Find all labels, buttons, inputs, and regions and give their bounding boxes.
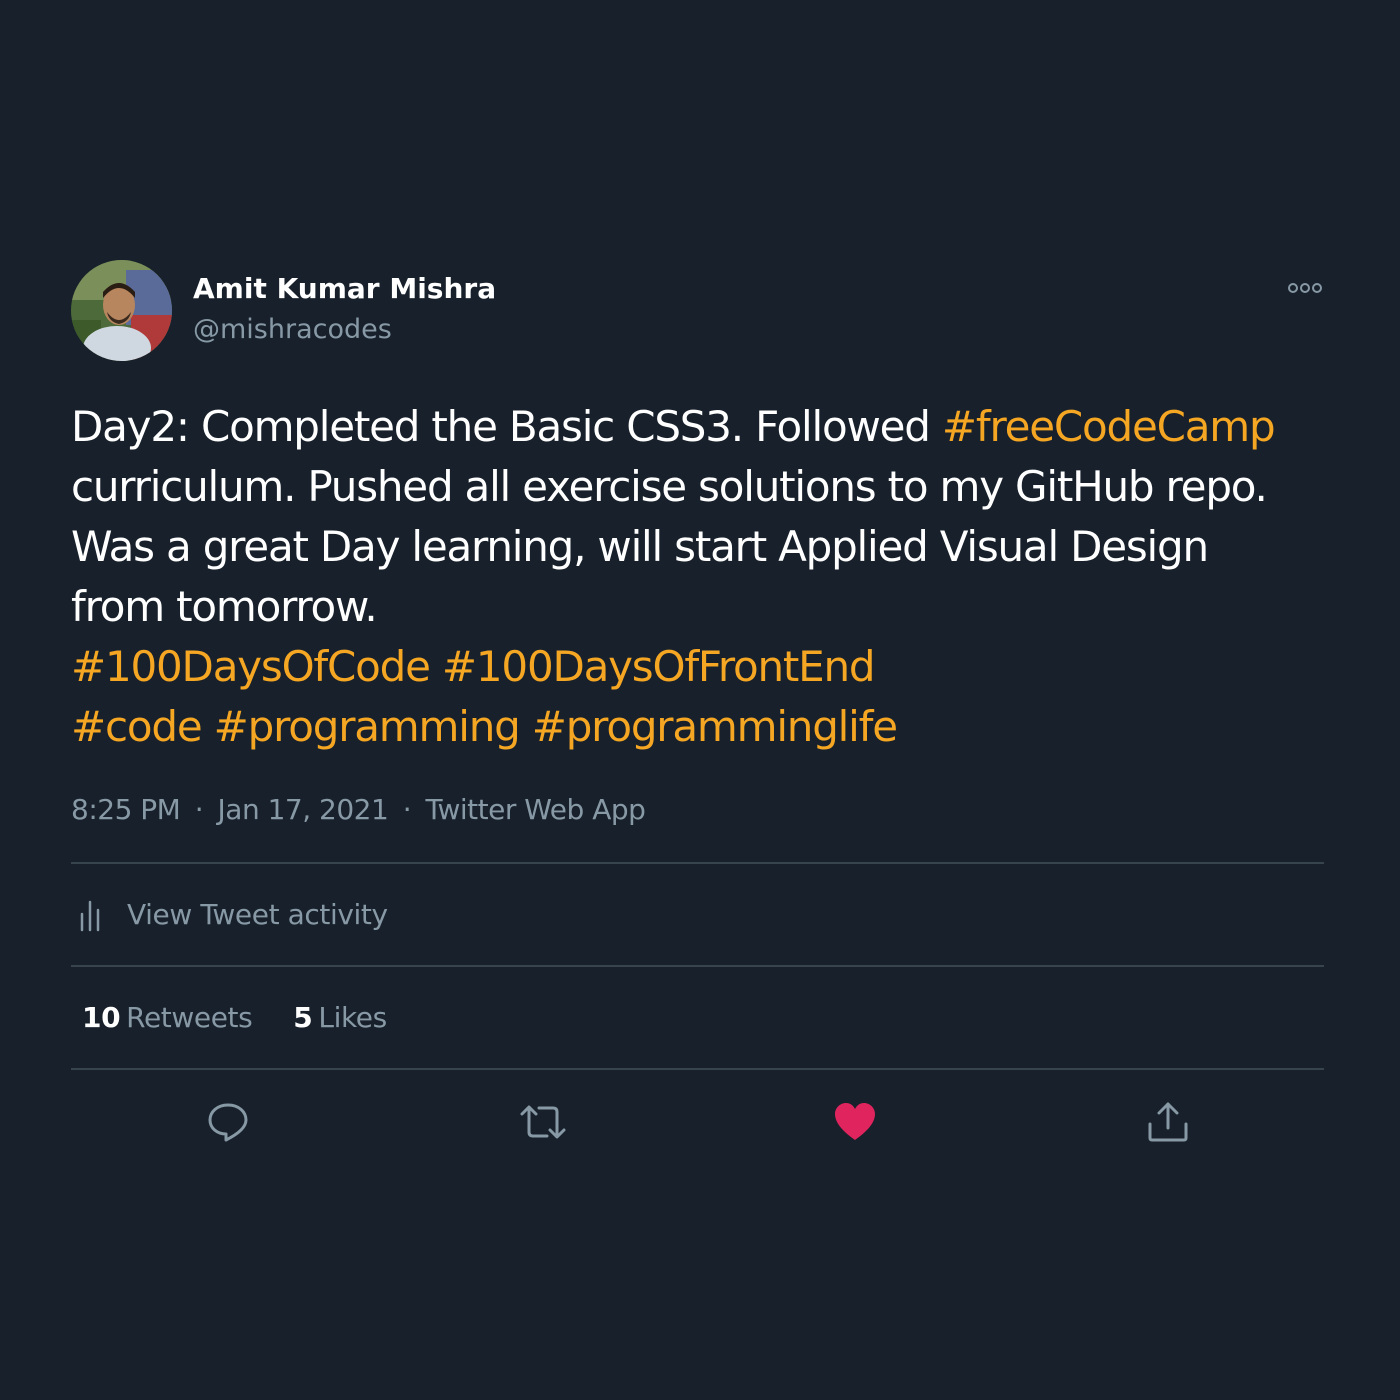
likes-count: 5: [293, 1001, 313, 1034]
retweets-count: 10: [82, 1001, 121, 1034]
tweet-text-segment: Day2: Completed the Basic CSS3. Followed: [71, 402, 942, 451]
retweets-stat[interactable]: 10 Retweets: [82, 1001, 253, 1034]
tweet-text-segment: [430, 642, 442, 691]
hashtag-link[interactable]: #100DaysOfCode: [71, 642, 431, 691]
like-button[interactable]: [833, 1100, 877, 1144]
tweet-text-line: Day2: Completed the Basic CSS3. Followed…: [71, 397, 1324, 457]
tweet-text-line: Was a great Day learning, will start App…: [71, 517, 1324, 577]
hashtag-link[interactable]: #programminglife: [532, 702, 898, 751]
tweet-card: Amit Kumar Mishra @mishracodes Day2: Com…: [71, 260, 1324, 1174]
view-tweet-activity-label: View Tweet activity: [127, 898, 388, 931]
hashtag-link[interactable]: #100DaysOfFrontEnd: [442, 642, 876, 691]
hashtag-link[interactable]: #programming: [214, 702, 521, 751]
meta-separator: ·: [194, 793, 204, 826]
tweet-source[interactable]: Twitter Web App: [426, 793, 646, 826]
tweet-text-line: curriculum. Pushed all exercise solution…: [71, 457, 1324, 517]
share-button[interactable]: [1146, 1100, 1190, 1144]
tweet-text-line: from tomorrow.: [71, 577, 1324, 637]
tweet-text-segment: Was a great Day learning, will start App…: [71, 522, 1209, 571]
tweet-time[interactable]: 8:25 PM: [71, 793, 181, 826]
meta-separator: ·: [402, 793, 412, 826]
retweet-icon: [520, 1105, 566, 1139]
retweet-button[interactable]: [518, 1100, 566, 1144]
reply-icon: [208, 1103, 248, 1142]
view-tweet-activity-button[interactable]: View Tweet activity: [71, 864, 1324, 965]
tweet-text-segment: curriculum. Pushed all exercise solution…: [71, 462, 1268, 511]
heart-icon: [835, 1103, 875, 1140]
bar-chart-icon: [79, 898, 105, 932]
tweet-text-segment: [520, 702, 532, 751]
tweet-text-line: #100DaysOfCode #100DaysOfFrontEnd: [71, 637, 1324, 697]
tweet-text-line: #code #programming #programminglife: [71, 697, 1324, 757]
tweet-text-segment: from tomorrow.: [71, 582, 378, 631]
tweet-date[interactable]: Jan 17, 2021: [218, 793, 389, 826]
reply-button[interactable]: [206, 1100, 250, 1144]
share-icon: [1148, 1102, 1188, 1142]
author-handle[interactable]: @mishracodes: [193, 314, 392, 345]
likes-stat[interactable]: 5 Likes: [293, 1001, 387, 1034]
tweet-actions: [71, 1070, 1324, 1174]
tweet-header: Amit Kumar Mishra @mishracodes: [71, 260, 1324, 362]
avatar-image: [71, 260, 172, 361]
tweet-text: Day2: Completed the Basic CSS3. Followed…: [71, 397, 1324, 757]
likes-label: Likes: [318, 1001, 387, 1034]
more-options-icon[interactable]: [1288, 280, 1322, 296]
hashtag-link[interactable]: #code: [71, 702, 203, 751]
author-name[interactable]: Amit Kumar Mishra: [193, 272, 496, 305]
retweets-label: Retweets: [126, 1001, 253, 1034]
tweet-stats: 10 Retweets 5 Likes: [71, 967, 1324, 1068]
hashtag-link[interactable]: #freeCodeCamp: [942, 402, 1276, 451]
avatar[interactable]: [71, 260, 172, 361]
tweet-text-segment: [201, 702, 213, 751]
tweet-meta: 8:25 PM · Jan 17, 2021 · Twitter Web App: [71, 793, 1324, 826]
